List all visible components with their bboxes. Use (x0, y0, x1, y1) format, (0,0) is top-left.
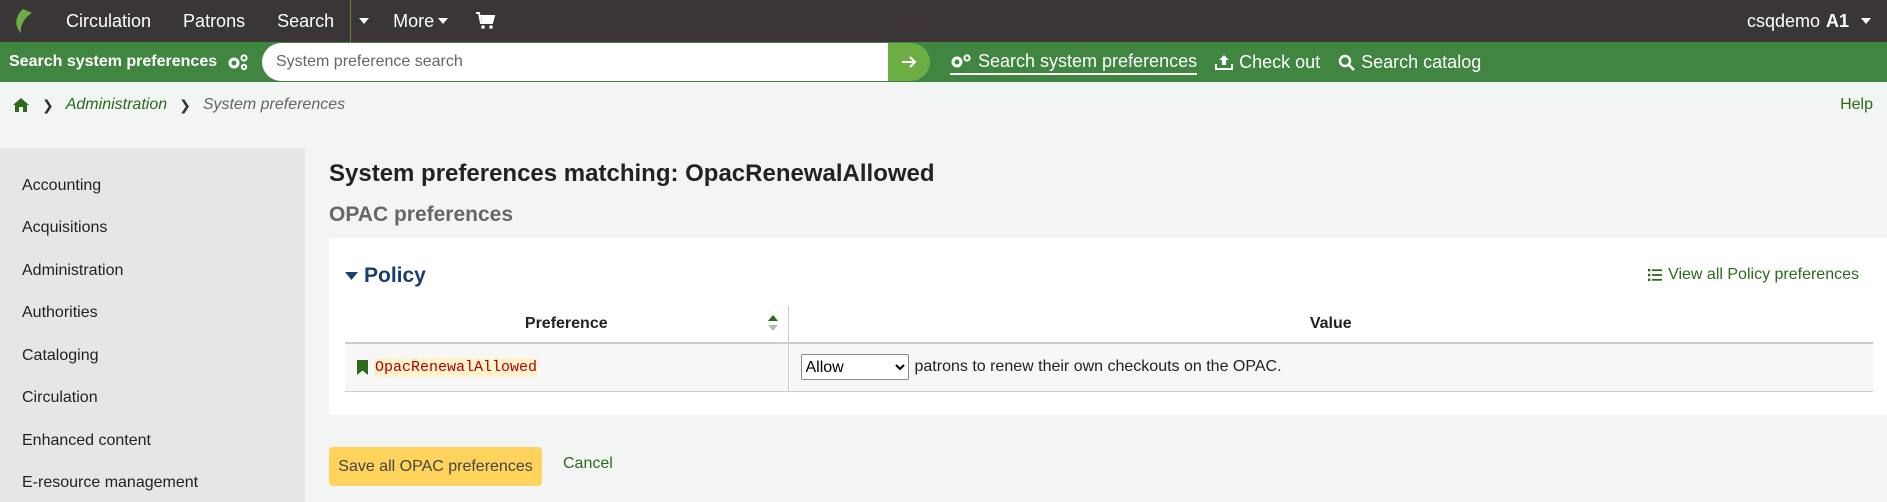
gears-icon (951, 54, 971, 68)
cancel-link[interactable]: Cancel (563, 455, 613, 473)
search-type-label: Search system preferences (9, 53, 218, 70)
tab-label: Check out (1239, 51, 1321, 72)
user-menu[interactable]: csqdemo A1 (1747, 0, 1871, 42)
tab-label: Search system preferences (978, 50, 1198, 71)
cart-button[interactable] (464, 0, 508, 42)
sidebar-item-administration[interactable]: Administration (22, 262, 123, 280)
nav-more[interactable]: More (377, 0, 464, 42)
nav-patrons[interactable]: Patrons (167, 0, 261, 42)
system-preference-search-input[interactable] (276, 43, 896, 81)
help-link[interactable]: Help (1840, 96, 1873, 114)
column-header-value: Value (788, 306, 1873, 344)
bookmark-icon[interactable] (357, 359, 368, 375)
search-icon (1338, 54, 1356, 71)
preferences-panel: Policy View all Policy preferences Prefe… (329, 238, 1887, 415)
section-subtitle: OPAC preferences (329, 203, 514, 226)
sidebar-item-enhanced-content[interactable]: Enhanced content (22, 432, 151, 450)
search-input-wrapper (262, 43, 927, 81)
column-header-preference[interactable]: Preference (345, 306, 789, 344)
nav-search[interactable]: Search (261, 0, 350, 42)
table-row: OpacRenewalAllowed Allow Don't allow pat… (345, 343, 1873, 392)
user-name: csqdemo (1746, 10, 1820, 31)
sidebar-item-cataloging[interactable]: Cataloging (22, 347, 99, 365)
preference-name: OpacRenewalAllowed (374, 357, 539, 377)
gears-icon (228, 54, 248, 71)
koha-logo-icon[interactable] (0, 0, 34, 42)
preferences-table: Preference Value OpacRenewalAllowed Allo… (345, 306, 1873, 392)
save-all-preferences-button[interactable]: Save all OPAC preferences (329, 447, 542, 486)
preference-description: patrons to renew their own checkouts on … (914, 358, 1282, 376)
caret-down-icon (359, 18, 370, 24)
page-title: System preferences matching: OpacRenewal… (329, 160, 935, 187)
chevron-right-icon: ❯ (42, 96, 54, 113)
preference-cell: OpacRenewalAllowed (345, 343, 789, 392)
view-all-policy-link[interactable]: View all Policy preferences (1648, 266, 1859, 284)
sidebar-item-circulation[interactable]: Circulation (22, 389, 98, 407)
home-icon[interactable] (12, 97, 30, 113)
upload-icon (1215, 55, 1234, 70)
breadcrumb-current: System preferences (202, 96, 346, 113)
policy-heading: Policy (364, 264, 426, 287)
tab-search-system-preferences[interactable]: Search system preferences (950, 49, 1198, 75)
search-dropdown-toggle[interactable] (351, 0, 377, 42)
chevron-right-icon: ❯ (179, 96, 191, 113)
policy-section-toggle[interactable]: Policy (345, 264, 426, 288)
user-branch: A1 (1825, 10, 1849, 31)
search-type-toggle[interactable]: Search system preferences (9, 42, 249, 82)
list-icon (1648, 269, 1663, 281)
cart-icon (476, 12, 496, 29)
search-bar: Search system preferences Search system … (0, 42, 1887, 82)
top-navigation: Circulation Patrons Search More csqdemo … (0, 0, 1887, 42)
sidebar: Accounting Acquisitions Administration A… (0, 148, 305, 502)
column-header-label: Preference (524, 315, 608, 332)
sidebar-item-accounting[interactable]: Accounting (22, 177, 101, 195)
search-tabs: Search system preferences Check out Sear… (950, 42, 1481, 82)
nav-circulation[interactable]: Circulation (50, 0, 167, 42)
tab-check-out[interactable]: Check out (1215, 49, 1320, 75)
breadcrumb: ❯ Administration ❯ System preferences (12, 92, 345, 118)
sidebar-item-authorities[interactable]: Authorities (22, 304, 98, 322)
caret-down-icon (345, 272, 358, 280)
tab-search-catalog[interactable]: Search catalog (1338, 49, 1481, 75)
sort-ascending-icon (767, 315, 778, 331)
breadcrumb-administration[interactable]: Administration (66, 96, 167, 114)
opac-renewal-allowed-select[interactable]: Allow Don't allow (800, 354, 909, 381)
arrow-right-icon (902, 56, 917, 68)
sidebar-item-e-resource-management[interactable]: E-resource management (22, 474, 198, 492)
view-all-label: View all Policy preferences (1668, 266, 1859, 283)
caret-down-icon (438, 18, 449, 24)
search-submit-button[interactable] (888, 43, 930, 81)
tab-label: Search catalog (1361, 51, 1482, 72)
nav-more-label: More (393, 10, 435, 31)
value-cell: Allow Don't allow patrons to renew their… (788, 343, 1873, 392)
caret-down-icon (1861, 18, 1871, 24)
sidebar-item-acquisitions[interactable]: Acquisitions (22, 219, 107, 237)
